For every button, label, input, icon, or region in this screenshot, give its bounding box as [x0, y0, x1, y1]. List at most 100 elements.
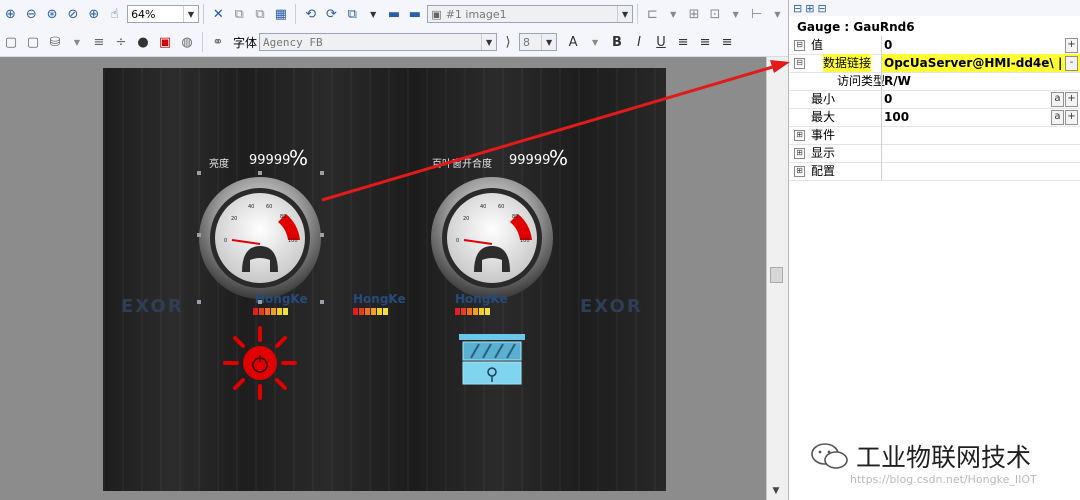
line-style-icon[interactable]: ≡ [89, 32, 109, 52]
properties-icon[interactable]: ⊟ [817, 2, 826, 15]
prop-value[interactable]: R/W [881, 72, 1080, 90]
chevron-down-icon[interactable]: ▼ [726, 4, 745, 24]
chevron-down-icon[interactable]: ▼ [67, 32, 87, 52]
gauge-2[interactable]: 0 20 40 60 80 100 [430, 176, 554, 300]
scroll-up-icon[interactable]: ▲ [767, 58, 785, 74]
paste-icon[interactable]: ⧉ [251, 4, 270, 24]
bold-button[interactable]: B [607, 32, 627, 52]
brand-label: HongKe [255, 292, 308, 306]
zoom-in-icon[interactable]: ⊕ [1, 4, 20, 24]
ungroup-icon[interactable]: ⟳ [322, 4, 341, 24]
expand-icon[interactable]: ⊞ [794, 129, 805, 141]
frame-icon[interactable]: ▢ [1, 32, 21, 52]
add-button[interactable]: + [1065, 110, 1078, 125]
tick-label: 40 [248, 204, 254, 210]
prop-row-data-link[interactable]: ⊟ 数据链接 OpcUaServer@HMI-dd4e\ | - [789, 54, 1080, 72]
spacing-icon[interactable]: ⊢ [747, 4, 766, 24]
line-weight-icon[interactable]: ÷ [111, 32, 131, 52]
prop-row-max[interactable]: 最大 100 a + [789, 108, 1080, 126]
gauge-1[interactable]: 0 20 40 60 80 100 [198, 176, 322, 300]
chevron-down-icon[interactable]: ▼ [768, 4, 787, 24]
canvas-scrollbar[interactable]: ▲ ▼ [766, 57, 785, 500]
remove-button[interactable]: - [1065, 56, 1078, 71]
prop-row-value[interactable]: ⊟ 值 0 + [789, 36, 1080, 54]
prop-row-access-type[interactable]: 访问类型 R/W [789, 72, 1080, 90]
zoom-area-icon[interactable]: ⊘ [64, 4, 83, 24]
chevron-down-icon[interactable]: ▼ [541, 34, 556, 50]
distribute-icon[interactable]: ⊞ [685, 4, 704, 24]
chevron-down-icon[interactable]: ▼ [481, 34, 496, 50]
selection-handle[interactable] [197, 233, 201, 237]
prop-value[interactable] [881, 144, 1080, 162]
fill-icon[interactable]: ⛁ [45, 32, 65, 52]
blinds-icon[interactable] [457, 332, 527, 388]
selection-handle[interactable] [197, 300, 201, 304]
prop-row-display[interactable]: ⊞ 显示 [789, 144, 1080, 162]
zoom-page-icon[interactable]: ⊕ [84, 4, 103, 24]
font-combo[interactable]: Agency FB ▼ [259, 33, 498, 51]
collapse-icon[interactable]: ⊟ [794, 39, 805, 51]
zoom-out-icon[interactable]: ⊖ [22, 4, 41, 24]
delete-icon[interactable]: ✕ [209, 4, 228, 24]
pan-icon[interactable]: ☝ [105, 4, 124, 24]
center-icon[interactable]: ⊡ [705, 4, 724, 24]
zoom-fit-icon[interactable]: ⊛ [43, 4, 62, 24]
group-icon[interactable]: ⟲ [301, 4, 320, 24]
chevron-down-icon[interactable]: ▼ [182, 6, 198, 22]
align-left-icon[interactable]: ≡ [673, 32, 693, 52]
prop-value[interactable]: 0 [881, 36, 1080, 54]
layer-up-icon[interactable]: ▬ [385, 4, 404, 24]
align-icon[interactable]: ⊏ [643, 4, 662, 24]
font-size-combo[interactable]: 8 ▼ [519, 33, 558, 51]
grid-icon[interactable]: ▦ [271, 4, 290, 24]
design-canvas[interactable]: 亮度 99999 % 百叶窗开合度 99999 % 0 20 40 60 80 … [0, 57, 767, 500]
order-icon[interactable]: ⧉ [343, 4, 362, 24]
underline-button[interactable]: U [651, 32, 671, 52]
variable-button[interactable]: a [1051, 92, 1064, 107]
sort-icon[interactable]: ⊟ [793, 2, 802, 15]
image-combo[interactable]: ▣ #1 image1 ▼ [427, 5, 634, 23]
add-button[interactable]: + [1065, 38, 1078, 53]
info-icon[interactable]: ● [133, 32, 153, 52]
add-button[interactable]: + [1065, 92, 1078, 107]
selection-handle[interactable] [320, 233, 324, 237]
selection-handle[interactable] [320, 300, 324, 304]
italic-button[interactable]: I [629, 32, 649, 52]
prop-value[interactable] [881, 162, 1080, 180]
prop-value[interactable]: OpcUaServer@HMI-dd4e\ | [881, 54, 1080, 72]
category-icon[interactable]: ⊞ [805, 2, 814, 15]
variable-button[interactable]: a [1051, 110, 1064, 125]
selection-handle[interactable] [258, 300, 262, 304]
watermark-title: 工业物联网技术 [856, 443, 1032, 472]
copy-icon[interactable]: ⧉ [230, 4, 249, 24]
image-icon: ▣ [431, 7, 442, 21]
selection-handle[interactable] [320, 171, 324, 175]
image-edit-icon[interactable]: ▣ [155, 32, 175, 52]
prop-row-config[interactable]: ⊞ 配置 [789, 162, 1080, 180]
collapse-icon[interactable]: ⊟ [794, 57, 805, 69]
font-color-icon[interactable]: A [563, 32, 583, 52]
border-icon[interactable]: ▢ [23, 32, 43, 52]
font-expand-icon[interactable]: ⟩ [498, 32, 518, 52]
text-style-icon[interactable]: ⚭ [208, 32, 228, 52]
selection-handle[interactable] [258, 171, 262, 175]
prop-row-events[interactable]: ⊞ 事件 [789, 126, 1080, 144]
prop-value[interactable] [881, 126, 1080, 144]
eraser-icon[interactable]: ◍ [177, 32, 197, 52]
align-right-icon[interactable]: ≡ [717, 32, 737, 52]
chevron-down-icon[interactable]: ▼ [364, 4, 383, 24]
zoom-combo[interactable]: 64% ▼ [127, 5, 199, 23]
selection-handle[interactable] [197, 171, 201, 175]
expand-icon[interactable]: ⊞ [794, 147, 805, 159]
hmi-page[interactable]: 亮度 99999 % 百叶窗开合度 99999 % 0 20 40 60 80 … [103, 68, 666, 491]
brightness-icon[interactable] [221, 324, 299, 402]
scroll-thumb[interactable] [770, 267, 783, 283]
scroll-down-icon[interactable]: ▼ [767, 483, 785, 499]
chevron-down-icon[interactable]: ▼ [664, 4, 683, 24]
align-center-icon[interactable]: ≡ [695, 32, 715, 52]
expand-icon[interactable]: ⊞ [794, 165, 805, 177]
chevron-down-icon[interactable]: ▼ [617, 6, 632, 22]
layer-down-icon[interactable]: ▬ [405, 4, 424, 24]
prop-row-min[interactable]: 最小 0 a + [789, 90, 1080, 108]
chevron-down-icon[interactable]: ▼ [585, 32, 605, 52]
